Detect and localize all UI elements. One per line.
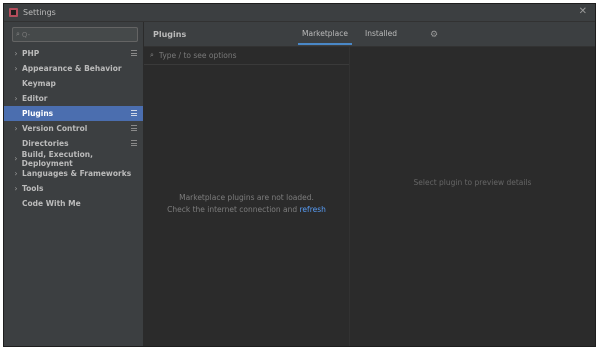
refresh-link[interactable]: refresh xyxy=(300,205,326,214)
chevron-right-icon[interactable]: › xyxy=(10,124,22,133)
sidebar-item-build-execution-deployment[interactable]: › Build, Execution, Deployment xyxy=(4,149,143,168)
close-icon[interactable]: ✕ xyxy=(579,6,587,17)
plugins-header: Plugins Marketplace Installed ⚙ xyxy=(144,22,595,47)
app-icon xyxy=(9,8,18,17)
settings-tree: › PHP › Appearance & Behavior Keymap › Editor P… xyxy=(4,46,143,211)
chevron-right-icon[interactable]: › xyxy=(10,169,22,178)
plugin-search-input[interactable] xyxy=(156,50,331,61)
chevron-right-icon[interactable]: › xyxy=(10,154,22,163)
sidebar-item-label: Code With Me xyxy=(22,199,81,208)
tab-marketplace[interactable]: Marketplace xyxy=(298,25,352,45)
plugin-search-field[interactable]: ⌕ xyxy=(144,47,349,65)
sidebar-item-editor[interactable]: › Editor xyxy=(4,91,143,106)
sidebar-item-label: Plugins xyxy=(22,109,54,118)
project-icon xyxy=(131,110,137,116)
chevron-right-icon[interactable]: › xyxy=(10,94,22,103)
preview-placeholder: Select plugin to preview details xyxy=(413,178,532,187)
sidebar-item-label: Directories xyxy=(22,139,69,148)
sidebar-item-label: Appearance & Behavior xyxy=(22,64,122,73)
empty-state-text: Check the internet connection and xyxy=(167,205,298,214)
window-title: Settings xyxy=(23,8,56,17)
settings-search-field[interactable]: ⌕ xyxy=(12,27,138,42)
sidebar-item-label: Build, Execution, Deployment xyxy=(21,149,93,168)
project-icon xyxy=(131,125,137,131)
sidebar-item-php[interactable]: › PHP xyxy=(4,46,143,61)
empty-state-line-2: Check the internet connection and refres… xyxy=(144,204,349,216)
chevron-right-icon[interactable]: › xyxy=(10,64,22,73)
sidebar-item-label: Tools xyxy=(22,184,44,193)
sidebar-item-plugins[interactable]: Plugins xyxy=(4,106,143,121)
sidebar-item-keymap[interactable]: Keymap xyxy=(4,76,143,91)
sidebar-item-label: Editor xyxy=(22,94,48,103)
sidebar-item-tools[interactable]: › Tools xyxy=(4,181,143,196)
page-title: Plugins xyxy=(153,30,187,39)
sidebar-item-label: Keymap xyxy=(22,79,56,88)
search-icon: ⌕ xyxy=(150,51,154,59)
title-bar: Settings ✕ xyxy=(4,4,595,22)
sidebar-item-languages-frameworks[interactable]: › Languages & Frameworks xyxy=(4,166,143,181)
plugin-list-pane: ⌕ Marketplace plugins are not loaded. Ch… xyxy=(144,47,350,346)
chevron-right-icon[interactable]: › xyxy=(10,49,22,58)
settings-sidebar: ⌕ ›PHP›Appearance & BehaviorKeymap›Edito… xyxy=(4,22,144,346)
tab-installed[interactable]: Installed xyxy=(361,25,401,45)
empty-state-line-1: Marketplace plugins are not loaded. xyxy=(179,193,314,202)
sidebar-item-label: Languages & Frameworks xyxy=(22,169,132,178)
settings-search-input[interactable] xyxy=(19,30,124,39)
gear-icon[interactable]: ⚙ xyxy=(430,30,438,40)
empty-state-message: Marketplace plugins are not loaded. Chec… xyxy=(144,192,349,216)
project-icon xyxy=(131,50,137,56)
plugin-preview-pane: Select plugin to preview details xyxy=(350,47,595,346)
sidebar-item-label: PHP xyxy=(22,49,40,58)
sidebar-item-version-control[interactable]: › Version Control xyxy=(4,121,143,136)
plugins-panel: Plugins Marketplace Installed ⚙ ⌕ Market… xyxy=(144,22,595,346)
sidebar-item-label: Version Control xyxy=(22,124,88,133)
sidebar-item-appearance-behavior[interactable]: › Appearance & Behavior xyxy=(4,61,143,76)
chevron-right-icon[interactable]: › xyxy=(10,184,22,193)
settings-window: Settings ✕ ⌕ ›PHP›Appearance & BehaviorK… xyxy=(3,3,596,347)
sidebar-item-code-with-me[interactable]: Code With Me xyxy=(4,196,143,211)
project-icon xyxy=(131,140,137,146)
